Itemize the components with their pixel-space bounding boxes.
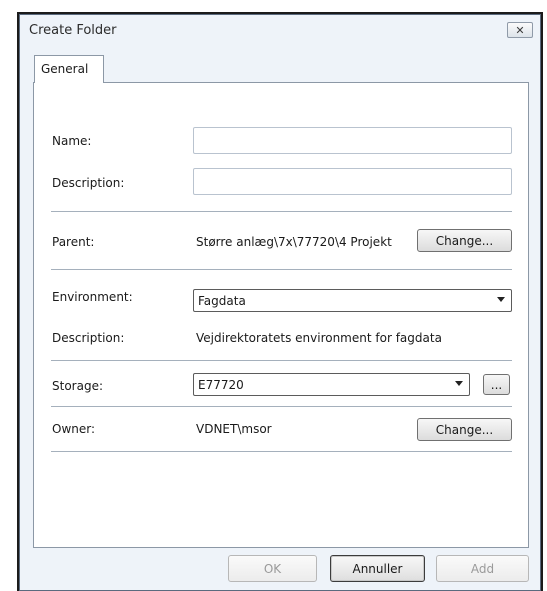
separator [51, 451, 512, 452]
cancel-button[interactable]: Annuller [330, 555, 425, 582]
description-field[interactable] [193, 168, 512, 195]
environment-select[interactable]: Fagdata [193, 289, 512, 312]
separator [51, 269, 512, 270]
chevron-down-icon [497, 297, 505, 302]
owner-value: VDNET\msor [196, 422, 272, 436]
owner-change-button[interactable]: Change... [417, 418, 512, 441]
dialog-title: Create Folder [29, 23, 117, 38]
separator [51, 211, 512, 212]
storage-selected-value: E77720 [198, 378, 244, 392]
general-tab-panel: Name: Description: Parent: Større anlæg\… [33, 82, 529, 548]
tab-general[interactable]: General [34, 55, 104, 83]
chevron-down-icon [455, 381, 463, 386]
environment-selected-value: Fagdata [198, 294, 246, 308]
add-button[interactable]: Add [436, 555, 529, 582]
env-description-label: Description: [52, 331, 125, 345]
storage-browse-button[interactable]: ... [483, 374, 510, 395]
parent-label: Parent: [52, 235, 95, 249]
owner-label: Owner: [52, 422, 96, 436]
storage-select[interactable]: E77720 [193, 373, 470, 396]
close-button[interactable]: ✕ [507, 22, 533, 38]
name-label: Name: [52, 134, 92, 148]
description-label: Description: [52, 176, 125, 190]
separator [51, 406, 512, 407]
title-bar: Create Folder ✕ [20, 15, 540, 45]
create-folder-dialog: Create Folder ✕ General Name: Descriptio… [19, 14, 541, 591]
close-icon: ✕ [515, 23, 525, 37]
storage-label: Storage: [52, 379, 103, 393]
separator [51, 360, 512, 361]
env-description-value: Vejdirektoratets environment for fagdata [196, 331, 442, 345]
environment-label: Environment: [52, 290, 133, 304]
ok-button[interactable]: OK [228, 555, 317, 582]
parent-change-button[interactable]: Change... [417, 229, 512, 252]
name-field[interactable] [193, 127, 512, 154]
parent-value: Større anlæg\7x\77720\4 Projekt [196, 235, 392, 249]
